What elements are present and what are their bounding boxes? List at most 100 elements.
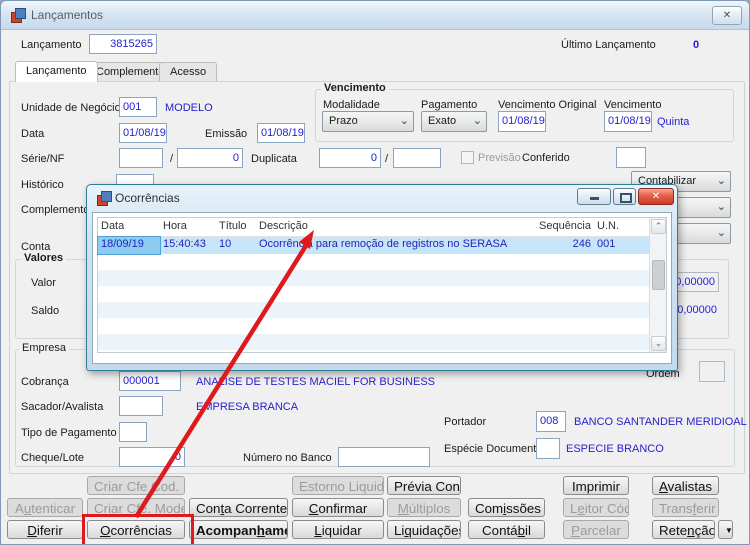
lancamentos-window: Lançamentos ✕ Lançamento 3815265 Último … — [0, 0, 750, 545]
confirmar-button[interactable]: Confirmar — [292, 498, 384, 517]
col-sequencia[interactable]: Sequência — [536, 218, 594, 236]
ocorrencias-grid: Data Hora Título Descrição Sequência U.N… — [97, 217, 667, 353]
data-label: Data — [21, 128, 45, 140]
estorno-liquidacao-button[interactable]: Estorno Liquidação — [292, 476, 384, 495]
unidade-negocio-label: Unidade de Negócio — [21, 102, 121, 114]
chevron-down-icon: ⌄ — [399, 115, 409, 127]
avalistas-button[interactable]: Avalistas — [652, 476, 719, 495]
cell-un[interactable]: 001 — [594, 237, 630, 254]
window-titlebar: Lançamentos ✕ — [1, 1, 749, 30]
cheque-lote-label: Cheque/Lote — [21, 452, 84, 464]
tab-acesso[interactable]: Acesso — [159, 62, 218, 82]
col-titulo[interactable]: Título — [216, 218, 256, 236]
contabil-button[interactable]: Contábil — [468, 520, 545, 539]
conta-corrente-button[interactable]: Conta Corrente — [189, 498, 288, 517]
transferir-button[interactable]: Transferir — [652, 498, 719, 517]
cell-descricao[interactable]: Ocorrência para remoção de registros no … — [256, 237, 536, 254]
cell-hora[interactable]: 15:40:43 — [160, 237, 216, 254]
empty-row — [98, 318, 666, 334]
col-descricao[interactable]: Descrição — [256, 218, 536, 236]
especie-documento-label: Espécie Documento — [444, 443, 543, 455]
pagamento-combobox[interactable]: Exato ⌄ — [421, 111, 487, 132]
duplicata-slash: / — [385, 153, 389, 165]
modalidade-label: Modalidade — [323, 99, 380, 111]
criar-cfe-cod-barras-button[interactable]: Criar Cfe Cod. Barras — [87, 476, 185, 495]
col-data[interactable]: Data — [98, 218, 160, 236]
liquidacoes-button[interactable]: Liquidações — [387, 520, 461, 539]
sacador-avalista-desc: EMPRESA BRANCA — [196, 401, 299, 413]
unidade-negocio-field[interactable]: 001 — [119, 97, 157, 117]
multiplos-button[interactable]: Múltiplos — [387, 498, 461, 517]
saldo-label: Saldo — [31, 305, 60, 317]
scrollbar-thumb[interactable] — [652, 260, 665, 290]
empresa-group-title: Empresa — [19, 342, 70, 354]
numero-banco-label: Número no Banco — [243, 452, 332, 464]
leitor-cod-barras-button[interactable]: Leitor Cód. Barras — [563, 498, 629, 517]
liquidar-button[interactable]: Liquidar — [292, 520, 384, 539]
chevron-down-icon: ⌄ — [716, 227, 726, 239]
tipo-pagamento-field[interactable] — [119, 422, 147, 442]
serie-nf-label: Série/NF — [21, 153, 65, 165]
scroll-down-icon[interactable]: ⌄ — [651, 336, 666, 351]
data-field[interactable]: 01/08/19 — [119, 123, 167, 143]
comissoes-button[interactable]: Comissões — [468, 498, 545, 517]
parcelar-button[interactable]: Parcelar — [563, 520, 629, 539]
sacador-avalista-field[interactable] — [119, 396, 163, 416]
vertical-scrollbar[interactable]: ⌃ ⌄ — [649, 218, 666, 352]
portador-field[interactable]: 008 — [536, 411, 566, 432]
vencimento-original-label: Vencimento Original — [498, 99, 597, 111]
cobranca-label: Cobrança — [21, 376, 69, 388]
dialog-title: Ocorrências — [115, 191, 180, 205]
autenticar-button[interactable]: Autenticar — [7, 498, 83, 517]
nf-field[interactable]: 0 — [177, 148, 243, 168]
cobranca-field[interactable]: 000001 — [119, 371, 181, 391]
previsao-label: Previsão — [478, 152, 521, 164]
empty-row — [98, 334, 666, 350]
diferir-button[interactable]: Diferir — [7, 520, 83, 539]
portador-desc: BANCO SANTANDER MERIDIOAL — [574, 416, 747, 428]
imprimir-button[interactable]: Imprimir — [563, 476, 629, 495]
emissao-field[interactable]: 01/08/19 — [257, 123, 305, 143]
minimize-icon[interactable] — [577, 188, 611, 205]
cell-data[interactable]: 18/09/19 — [97, 236, 161, 255]
empty-row — [98, 270, 666, 286]
vencimento-group-title: Vencimento — [321, 82, 389, 94]
complemento-label: Complemento — [21, 204, 90, 216]
ultimo-lancamento-label: Último Lançamento — [561, 39, 656, 51]
col-un[interactable]: U.N. — [594, 218, 630, 236]
previsao-checkbox[interactable] — [461, 151, 474, 164]
cheque-lote-field[interactable]: 0 — [119, 447, 185, 467]
serie-field[interactable] — [119, 148, 163, 168]
duplicata2-field[interactable] — [393, 148, 441, 168]
vencimento-field[interactable]: 01/08/19 — [604, 111, 652, 132]
close-icon[interactable]: ✕ — [638, 188, 674, 205]
serie-slash: / — [170, 153, 174, 165]
scroll-up-icon[interactable]: ⌃ — [651, 219, 666, 234]
ordem-field[interactable] — [699, 361, 725, 382]
sacador-avalista-label: Sacador/Avalista — [21, 401, 104, 413]
col-hora[interactable]: Hora — [160, 218, 216, 236]
modalidade-combobox[interactable]: Prazo ⌄ — [322, 111, 414, 132]
conferido-field[interactable] — [616, 147, 646, 168]
numero-banco-field[interactable] — [338, 447, 430, 467]
more-options-arrow-button[interactable]: ▼ — [718, 520, 733, 539]
retencao-button[interactable]: Retenção — [652, 520, 715, 539]
vencimento-original-field[interactable]: 01/08/19 — [498, 111, 546, 132]
especie-documento-field[interactable] — [536, 438, 560, 459]
close-icon[interactable]: ✕ — [712, 6, 742, 25]
form-icon — [97, 191, 112, 206]
previa-contabil-button[interactable]: Prévia Contábil — [387, 476, 461, 495]
valores-group-title: Valores — [21, 252, 67, 264]
maximize-icon[interactable] — [613, 188, 636, 205]
duplicata-field[interactable]: 0 — [319, 148, 381, 168]
table-row-selected[interactable]: 18/09/19 15:40:43 10 Ocorrência para rem… — [97, 236, 666, 255]
chevron-down-icon: ⌄ — [716, 201, 726, 213]
historico-label: Histórico — [21, 179, 64, 191]
form-icon — [11, 8, 26, 23]
cell-sequencia[interactable]: 246 — [536, 237, 594, 254]
lancamento-field[interactable]: 3815265 — [89, 34, 157, 54]
acompanhamento-button[interactable]: Acompanhamento — [189, 520, 288, 539]
tab-lancamento[interactable]: Lançamento — [15, 61, 98, 82]
vencimento-label: Vencimento — [604, 99, 662, 111]
cell-titulo[interactable]: 10 — [216, 237, 256, 254]
